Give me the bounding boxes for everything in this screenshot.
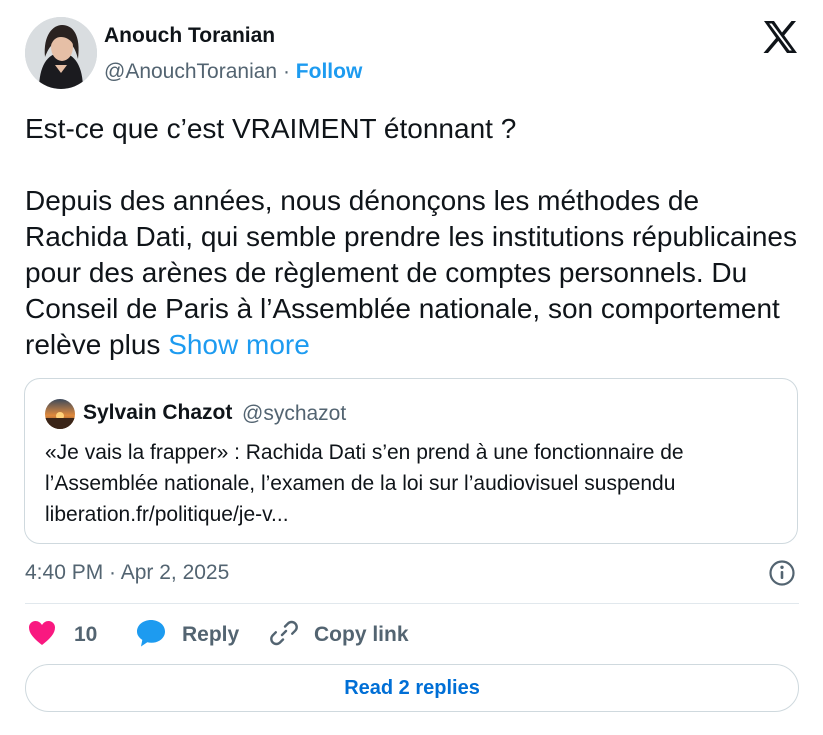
like-button[interactable]: 10 [28,617,97,653]
tweet-paragraph-2: Depuis des années, nous dénonçons les mé… [25,183,805,363]
quoted-text-line: «Je vais la frapper» : Rachida Dati s’en… [45,441,684,464]
quoted-author-handle: @sychazot [242,402,347,425]
author-handle-line: @AnouchToranian · Follow [104,60,362,84]
author-name[interactable]: Anouch Toranian [104,24,275,48]
divider [25,603,799,604]
reply-bubble-icon [136,619,166,652]
tweet-embed-card: Anouch Toranian @AnouchToranian · Follow… [0,0,823,735]
quoted-author-avatar[interactable] [45,399,75,429]
tweet-timestamp[interactable]: 4:40 PM · Apr 2, 2025 [25,561,229,585]
quoted-text: «Je vais la frapper» : Rachida Dati s’en… [45,437,785,530]
link-icon [270,619,298,652]
quoted-tweet[interactable]: Sylvain Chazot @sychazot «Je vais la fra… [24,378,798,544]
follow-button[interactable]: Follow [296,60,363,83]
tweet-paragraph-1: Est-ce que c’est VRAIMENT étonnant ? [25,113,517,144]
separator-dot: · [282,60,290,83]
reply-button[interactable]: Reply [136,617,239,653]
quoted-author-name: Sylvain Chazot [83,401,233,424]
author-handle[interactable]: @AnouchToranian [104,60,277,83]
copy-link-label: Copy link [314,623,409,646]
quoted-link: liberation.fr/politique/je-v... [45,503,289,526]
like-count: 10 [74,623,98,646]
tweet-paragraph-2-text: Depuis des années, nous dénonçons les mé… [25,185,797,360]
reply-label: Reply [182,623,240,646]
info-icon[interactable] [768,559,796,587]
heart-icon [28,620,56,651]
show-more-link[interactable]: Show more [168,329,310,360]
copy-link-button[interactable]: Copy link [270,617,409,653]
x-logo-icon[interactable] [762,20,798,54]
quoted-text-line: l’Assemblée nationale, l’examen de la lo… [45,472,676,495]
tweet-text: Est-ce que c’est VRAIMENT étonnant ? Dep… [25,111,805,363]
read-replies-button[interactable]: Read 2 replies [25,664,799,712]
author-avatar[interactable] [25,17,97,89]
